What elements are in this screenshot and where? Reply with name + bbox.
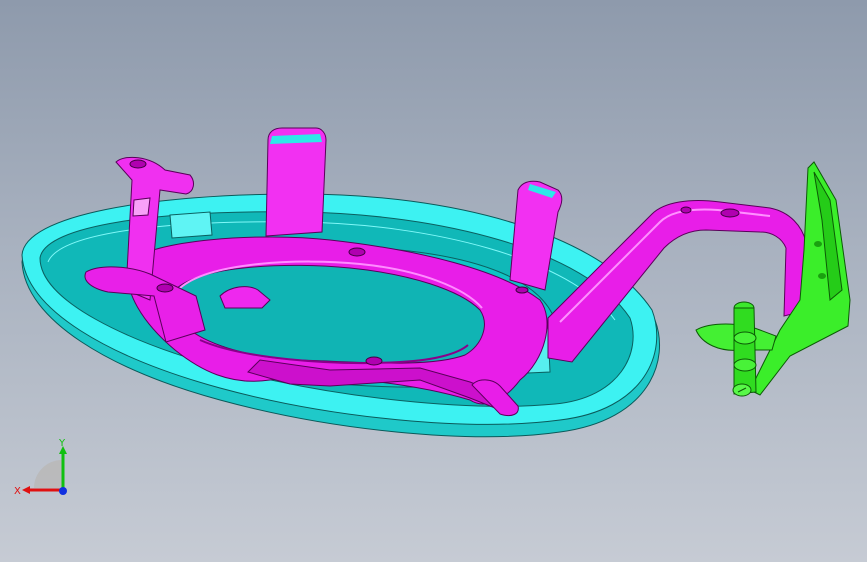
cad-model-view[interactable] <box>0 0 867 562</box>
triad-x-label: X <box>14 486 21 497</box>
graphics-viewport[interactable]: Y X <box>0 0 867 562</box>
triad-y-label: Y <box>58 438 66 449</box>
view-orientation-triad: Y X <box>12 438 72 508</box>
green-hinge-bracket[interactable] <box>695 161 851 397</box>
triad-z-axis <box>59 487 67 495</box>
triad-plane-shading <box>34 460 62 488</box>
